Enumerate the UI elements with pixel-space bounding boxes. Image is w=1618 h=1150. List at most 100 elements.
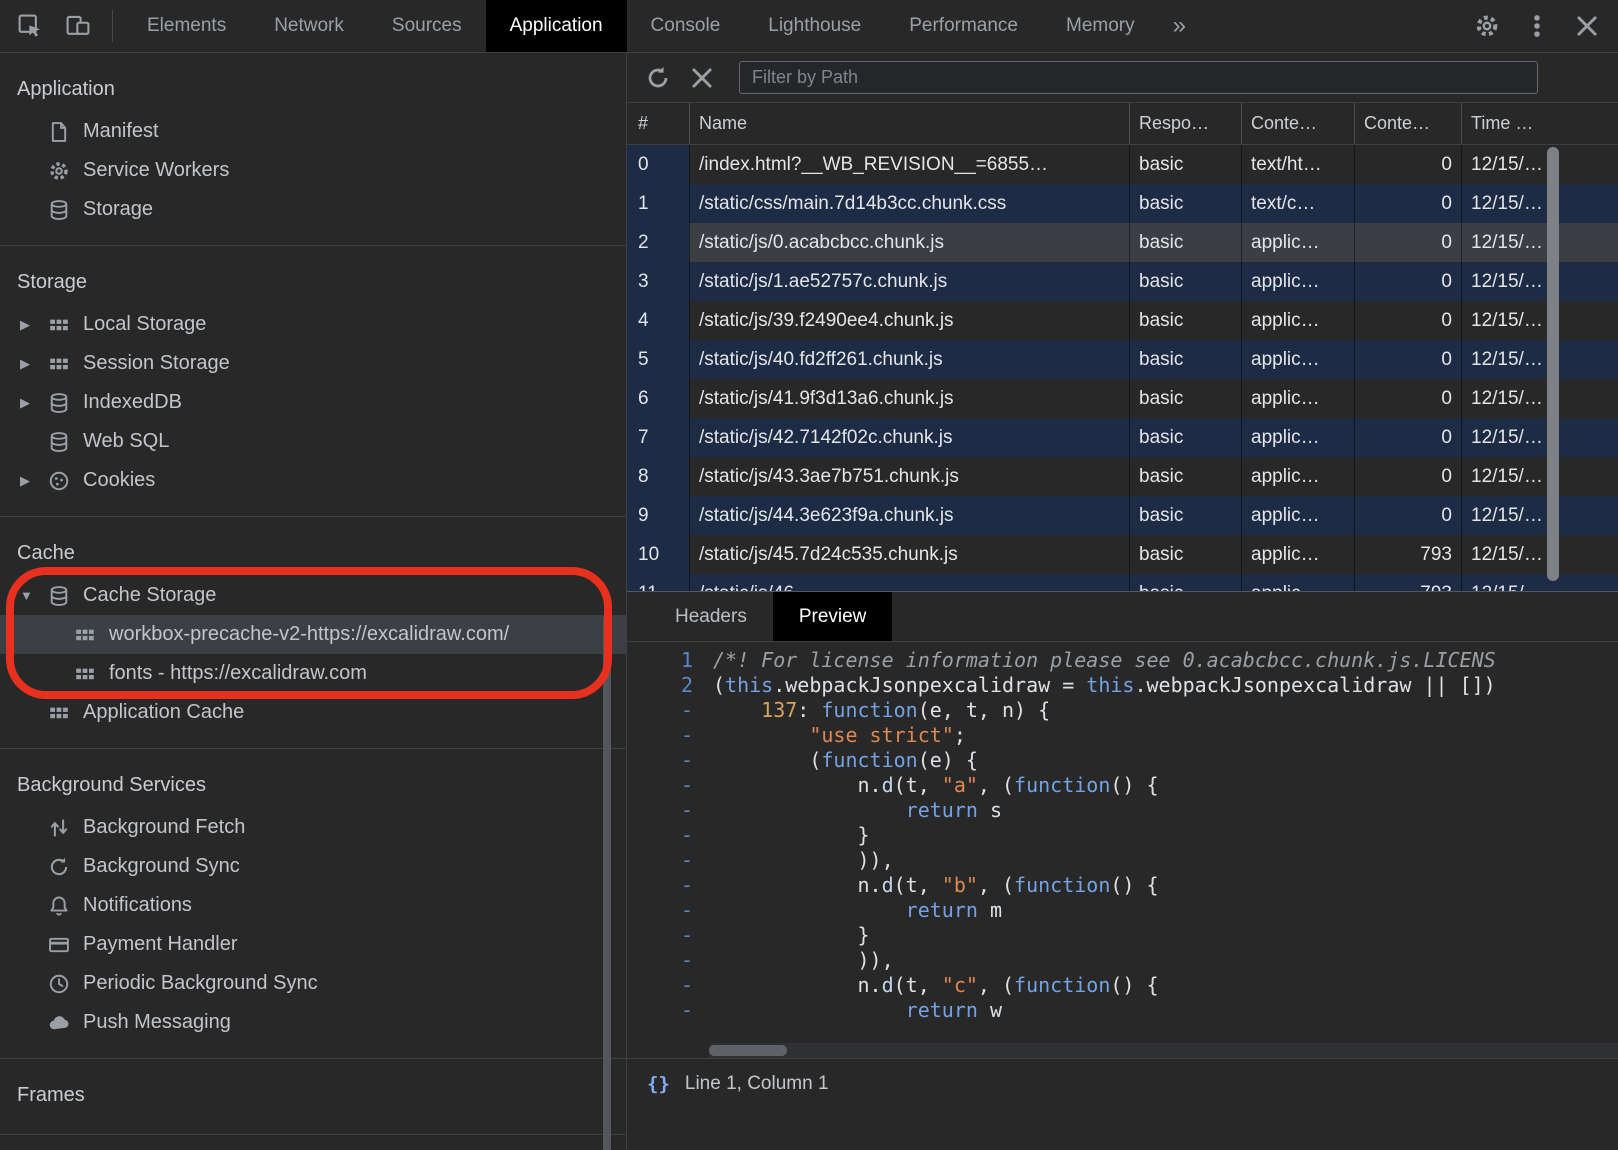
code-token: , ( [978, 973, 1014, 997]
code-line: - (function(e) { [627, 748, 1618, 773]
table-row[interactable]: 1/static/css/main.7d14b3cc.chunk.cssbasi… [627, 184, 1618, 223]
sidebar-item-indexeddb[interactable]: ▶ IndexedDB [0, 383, 626, 422]
section-title-application: Application [0, 67, 626, 112]
collapse-arrow-icon[interactable]: ▼ [20, 588, 48, 603]
table-row[interactable]: 5/static/js/40.fd2ff261.chunk.jsbasicapp… [627, 340, 1618, 379]
line-number[interactable]: - [627, 898, 709, 923]
column-header-conte[interactable]: Conte… [1241, 103, 1354, 144]
sidebar-item-local-storage[interactable]: ▶Local Storage [0, 305, 626, 344]
code-line: - } [627, 823, 1618, 848]
line-number[interactable]: - [627, 973, 709, 998]
table-row[interactable]: 7/static/js/42.7142f02c.chunk.jsbasicapp… [627, 418, 1618, 457]
sidebar-item-background-fetch[interactable]: Background Fetch [0, 808, 626, 847]
horizontal-scrollbar-thumb[interactable] [709, 1045, 787, 1056]
tab-headers[interactable]: Headers [649, 592, 773, 641]
line-number[interactable]: - [627, 848, 709, 873]
table-row[interactable]: 2/static/js/0.acabcbcc.chunk.jsbasicappl… [627, 223, 1618, 262]
line-number[interactable]: 1 [627, 648, 709, 673]
column-header-conte[interactable]: Conte… [1354, 103, 1461, 144]
cell-content_type: text/ht… [1241, 145, 1354, 184]
clear-icon[interactable] [689, 65, 715, 91]
filter-by-path-input[interactable] [739, 61, 1538, 94]
line-number[interactable]: - [627, 873, 709, 898]
table-row[interactable]: 3/static/js/1.ae52757c.chunk.jsbasicappl… [627, 262, 1618, 301]
tab-application[interactable]: Application [486, 0, 627, 52]
column-header-[interactable]: # [627, 103, 689, 144]
tab-sources[interactable]: Sources [368, 0, 486, 52]
line-number[interactable]: - [627, 723, 709, 748]
code-text: } [709, 923, 870, 948]
sidebar-scrollbar-thumb[interactable] [603, 615, 611, 1150]
cell-name: /static/js/40.fd2ff261.chunk.js [689, 340, 1129, 379]
tabbar-right-controls [1474, 0, 1618, 52]
table-row[interactable]: 6/static/js/41.9f3d13a6.chunk.jsbasicapp… [627, 379, 1618, 418]
sidebar-item-fonts-https-excalidraw-com[interactable]: fonts - https://excalidraw.com [0, 654, 626, 693]
tab-console[interactable]: Console [627, 0, 745, 52]
column-header-name[interactable]: Name [689, 103, 1129, 144]
sidebar-item-web-sql[interactable]: Web SQL [0, 422, 626, 461]
code-token: (e) { [918, 748, 978, 772]
line-number[interactable]: - [627, 923, 709, 948]
cell-name: /static/js/39.f2490ee4.chunk.js [689, 301, 1129, 340]
sidebar-item-service-workers[interactable]: Service Workers [0, 151, 626, 190]
sidebar-item-label: IndexedDB [83, 391, 182, 414]
kebab-menu-icon[interactable] [1524, 13, 1550, 39]
sidebar-item-session-storage[interactable]: ▶Session Storage [0, 344, 626, 383]
sidebar-item-manifest[interactable]: Manifest [0, 112, 626, 151]
refresh-icon[interactable] [645, 65, 671, 91]
expand-arrow-icon[interactable]: ▶ [20, 473, 48, 489]
line-number[interactable]: - [627, 748, 709, 773]
tab-preview[interactable]: Preview [773, 592, 893, 641]
tab-elements[interactable]: Elements [123, 0, 250, 52]
cell-num: 9 [627, 496, 689, 535]
sidebar-item-notifications[interactable]: Notifications [0, 886, 626, 925]
expand-arrow-icon[interactable]: ▶ [20, 356, 48, 372]
more-tabs-button[interactable]: » [1159, 0, 1200, 52]
sidebar-item-push-messaging[interactable]: Push Messaging [0, 1003, 626, 1042]
tab-network[interactable]: Network [250, 0, 368, 52]
line-number[interactable]: - [627, 698, 709, 723]
column-header-time[interactable]: Time … [1461, 103, 1618, 144]
line-number[interactable]: 2 [627, 673, 709, 698]
cell-time: 12/15/… [1461, 457, 1618, 496]
line-number[interactable]: - [627, 948, 709, 973]
sidebar-item-cookies[interactable]: ▶Cookies [0, 461, 626, 500]
expand-arrow-icon[interactable]: ▶ [20, 317, 48, 333]
code-viewer[interactable]: 1/*! For license information please see … [627, 642, 1618, 1058]
sidebar-item-label: Background Sync [83, 855, 240, 878]
line-number[interactable]: - [627, 998, 709, 1023]
table-row[interactable]: 10/static/js/45.7d24c535.chunk.jsbasicap… [627, 535, 1618, 574]
sidebar-item-payment-handler[interactable]: Payment Handler [0, 925, 626, 964]
sidebar-item-cache-storage[interactable]: ▼Cache Storage [0, 576, 626, 615]
line-number[interactable]: - [627, 773, 709, 798]
sidebar-item-application-cache[interactable]: Application Cache [0, 693, 626, 732]
sidebar-item-periodic-background-sync[interactable]: Periodic Background Sync [0, 964, 626, 1003]
code-token: 137 [761, 698, 797, 722]
sidebar-item-storage[interactable]: Storage [0, 190, 626, 229]
cell-content_length: 0 [1354, 262, 1461, 301]
resources-table: 0/index.html?__WB_REVISION__=6855…basict… [627, 145, 1618, 591]
code-token: (t, [894, 773, 942, 797]
table-row[interactable]: 0/index.html?__WB_REVISION__=6855…basict… [627, 145, 1618, 184]
inspect-element-button[interactable] [6, 0, 54, 52]
tab-performance[interactable]: Performance [885, 0, 1042, 52]
sidebar-item-label: Payment Handler [83, 933, 238, 956]
table-row[interactable]: 8/static/js/43.3ae7b751.chunk.jsbasicapp… [627, 457, 1618, 496]
tab-memory[interactable]: Memory [1042, 0, 1159, 52]
column-header-respo[interactable]: Respo… [1129, 103, 1241, 144]
code-token [713, 698, 761, 722]
device-toolbar-button[interactable] [54, 0, 102, 52]
close-icon[interactable] [1574, 13, 1600, 39]
cell-response_type: basic [1129, 340, 1241, 379]
sidebar-item-workbox-precache-v2-https-excalidraw-com[interactable]: workbox-precache-v2-https://excalidraw.c… [0, 615, 626, 654]
table-row[interactable]: 9/static/js/44.3e623f9a.chunk.jsbasicapp… [627, 496, 1618, 535]
line-number[interactable]: - [627, 798, 709, 823]
tab-lighthouse[interactable]: Lighthouse [744, 0, 885, 52]
table-row[interactable]: 4/static/js/39.f2490ee4.chunk.jsbasicapp… [627, 301, 1618, 340]
sidebar-item-background-sync[interactable]: Background Sync [0, 847, 626, 886]
expand-arrow-icon[interactable]: ▶ [20, 395, 48, 411]
table-scrollbar-thumb[interactable] [1547, 147, 1559, 581]
settings-gear-icon[interactable] [1474, 13, 1500, 39]
line-number[interactable]: - [627, 823, 709, 848]
table-row[interactable]: 11/static/js/46…basicapplic…79312/15/… [627, 574, 1618, 591]
